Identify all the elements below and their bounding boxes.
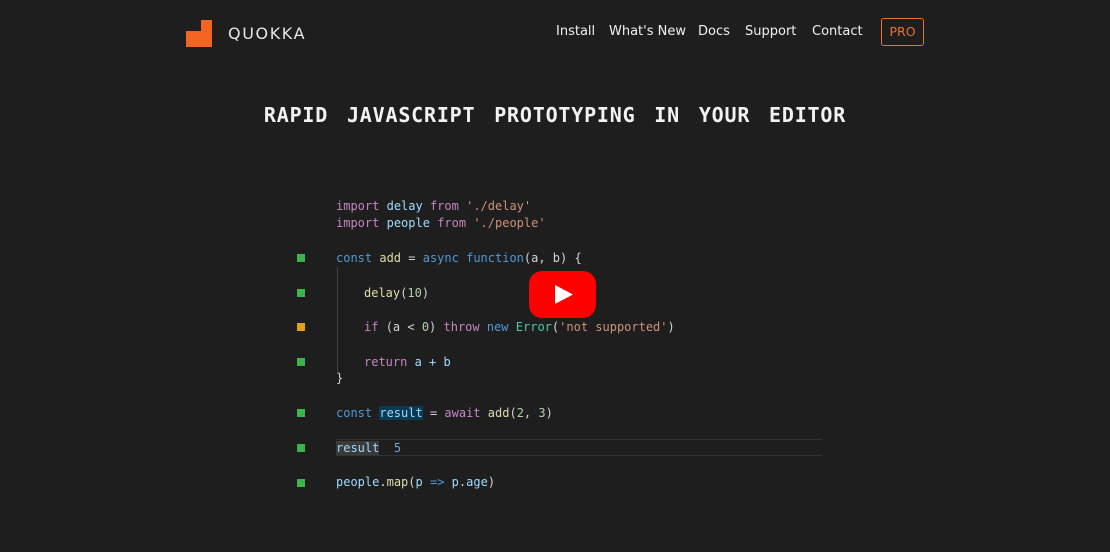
code-token: 0 bbox=[421, 320, 430, 334]
youtube-play-icon[interactable] bbox=[529, 271, 596, 318]
coverage-indicator bbox=[297, 444, 305, 452]
coverage-indicator bbox=[297, 479, 305, 487]
code-token: async bbox=[422, 251, 459, 265]
code-token: 10 bbox=[407, 286, 422, 300]
code-token: ) bbox=[487, 475, 496, 489]
indent-guide bbox=[337, 267, 338, 371]
code-token: 3 bbox=[538, 406, 546, 420]
code-token: if bbox=[364, 320, 379, 334]
code-token: } bbox=[336, 371, 344, 385]
code-token: const bbox=[336, 251, 373, 265]
code-token: ) bbox=[421, 286, 430, 300]
coverage-indicator bbox=[297, 254, 305, 262]
coverage-indicator bbox=[297, 289, 305, 297]
code-token: people bbox=[336, 475, 380, 489]
code-token: import bbox=[336, 199, 380, 213]
code-token: => bbox=[429, 475, 445, 489]
code-token: ) bbox=[429, 320, 444, 334]
code-line: } bbox=[336, 370, 343, 386]
code-token: add bbox=[379, 251, 402, 265]
code-token: from bbox=[437, 216, 467, 230]
code-token: return bbox=[364, 355, 408, 369]
code-token: 2 bbox=[516, 406, 524, 420]
coverage-indicator bbox=[297, 323, 305, 331]
code-token: 'not supported' bbox=[559, 320, 668, 334]
code-token: delay bbox=[364, 286, 401, 300]
code-token: result bbox=[336, 441, 380, 455]
code-line: return a + b bbox=[364, 354, 451, 370]
code-token: (a < bbox=[385, 320, 422, 334]
code-line: const add = async function(a, b) { bbox=[336, 250, 582, 266]
code-token: add bbox=[487, 406, 510, 420]
code-token: = bbox=[422, 406, 445, 420]
code-token: from bbox=[429, 199, 459, 213]
coverage-indicator bbox=[297, 358, 305, 366]
code-token: p bbox=[415, 475, 423, 489]
coverage-indicator bbox=[297, 409, 305, 417]
code-token: . bbox=[379, 475, 387, 489]
code-token: new bbox=[486, 320, 509, 334]
code-token: people bbox=[386, 216, 430, 230]
code-token: map bbox=[386, 475, 409, 489]
code-token: ( bbox=[509, 406, 517, 420]
code-line: if (a < 0) throw new Error('not supporte… bbox=[364, 319, 675, 335]
code-token: = bbox=[401, 251, 423, 265]
code-token: './people' bbox=[473, 216, 546, 230]
code-token: result bbox=[379, 406, 423, 420]
code-token: function bbox=[466, 251, 524, 265]
code-line: delay(10) bbox=[364, 285, 429, 301]
code-line: import delay from './delay' bbox=[336, 198, 531, 214]
code-token: import bbox=[336, 216, 380, 230]
code-token: await bbox=[444, 406, 481, 420]
code-token: const bbox=[336, 406, 373, 420]
result-value: 5 bbox=[393, 441, 402, 455]
code-token: , bbox=[523, 406, 539, 420]
result-line-highlight bbox=[336, 439, 822, 456]
code-token: throw bbox=[443, 320, 480, 334]
code-line: import people from './people' bbox=[336, 215, 546, 231]
code-token: ( bbox=[408, 475, 416, 489]
code-token: Error bbox=[515, 320, 552, 334]
code-token: ) bbox=[545, 406, 553, 420]
code-line: people.map(p => p.age) bbox=[336, 474, 495, 490]
code-token: ) bbox=[667, 320, 675, 334]
code-token: './delay' bbox=[466, 199, 532, 213]
code-token: p bbox=[451, 475, 459, 489]
code-line: result 5 bbox=[336, 440, 401, 456]
code-token: a + b bbox=[414, 355, 451, 369]
code-token: (a, b) { bbox=[523, 251, 582, 265]
code-token: delay bbox=[386, 199, 423, 213]
code-line: const result = await add(2, 3) bbox=[336, 405, 553, 421]
code-token: age bbox=[466, 475, 488, 489]
